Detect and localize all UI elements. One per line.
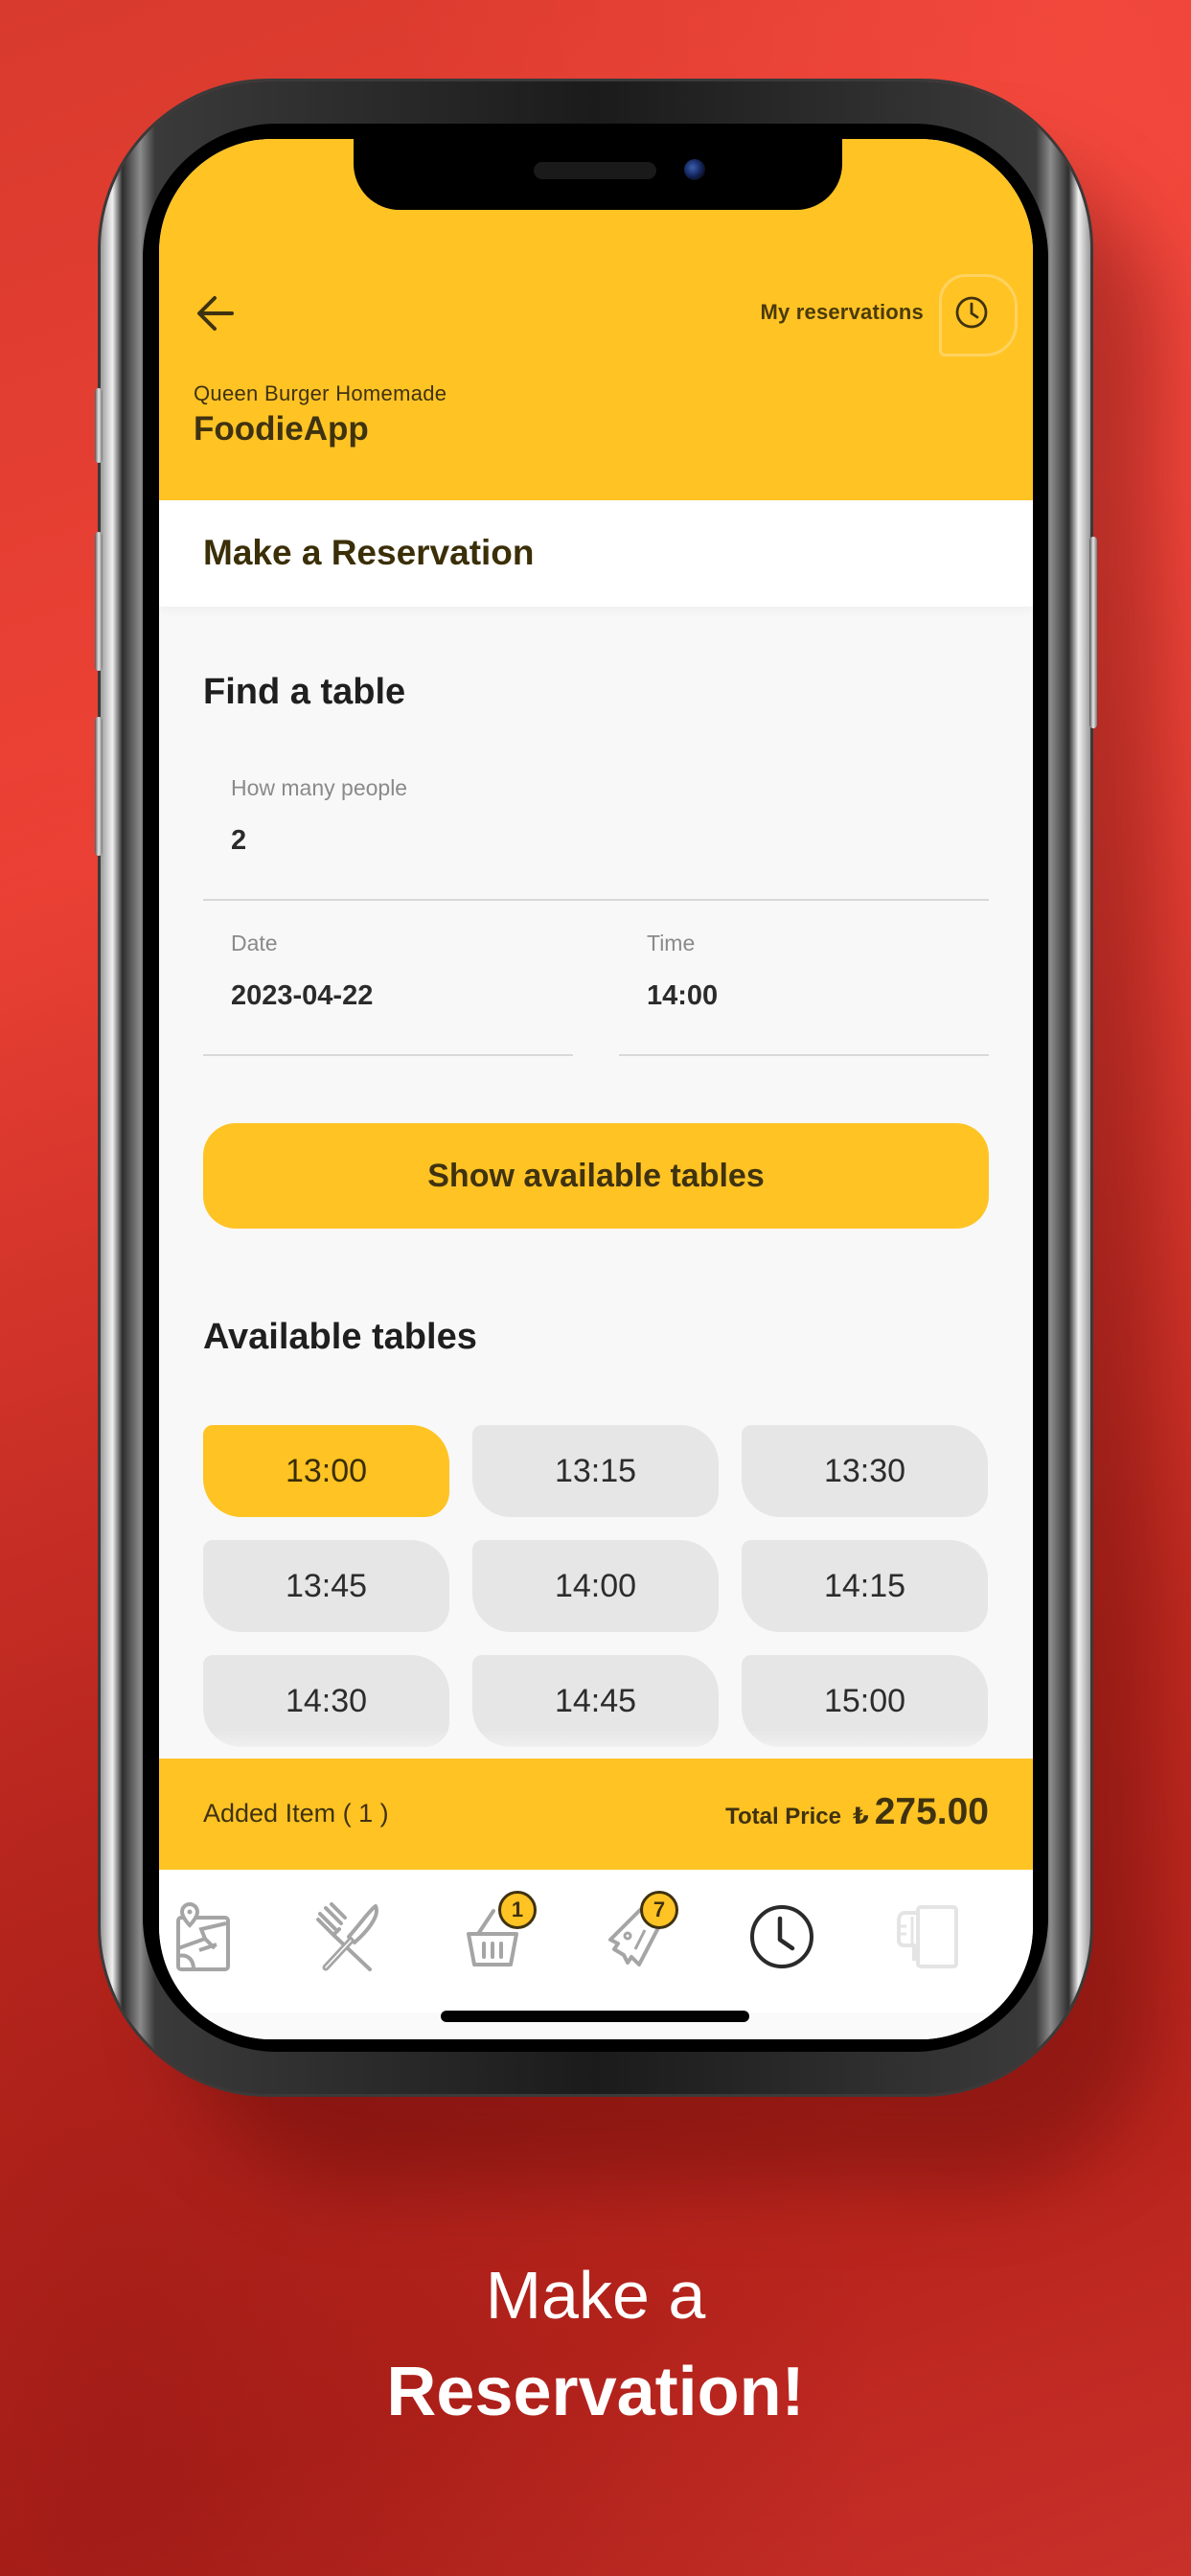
page-title: Make a Reservation <box>203 533 535 572</box>
nav-item-menu[interactable] <box>310 1898 387 1975</box>
find-table-title: Find a table <box>203 672 406 712</box>
nav-item-map[interactable] <box>165 1898 241 1975</box>
promo-caption-line1: Make a <box>485 2258 706 2333</box>
nav-item-logout[interactable] <box>887 1898 964 1975</box>
time-label: Time <box>647 931 696 955</box>
people-input[interactable] <box>231 825 959 857</box>
time-slot-grid: 13:00 13:15 13:30 13:45 14:00 14:15 14:3… <box>203 1425 989 1747</box>
nav-item-basket[interactable]: 1 <box>454 1891 537 1975</box>
total-price-label: Total Price <box>725 1804 841 1829</box>
clock-icon <box>955 296 988 329</box>
back-button[interactable] <box>194 292 240 334</box>
basket-badge: 1 <box>498 1891 537 1929</box>
app-name: FoodieApp <box>194 410 369 448</box>
exit-door-icon <box>897 1905 958 1968</box>
time-slot[interactable]: 14:15 <box>742 1540 988 1632</box>
nav-item-offers[interactable]: 7 <box>598 1891 678 1975</box>
phone-volume-down-button <box>95 717 103 856</box>
time-slot[interactable]: 13:45 <box>203 1540 449 1632</box>
home-indicator[interactable] <box>441 2011 749 2022</box>
date-label: Date <box>231 931 278 955</box>
scroll-fade <box>159 1730 1033 1759</box>
phone-volume-up-button <box>95 532 103 671</box>
date-input[interactable] <box>231 980 518 1012</box>
available-tables-title: Available tables <box>203 1317 477 1357</box>
time-slot[interactable]: 13:30 <box>742 1425 988 1517</box>
my-reservations-label: My reservations <box>760 300 924 324</box>
phone-speaker <box>534 162 656 179</box>
nav-item-reservations[interactable] <box>744 1898 820 1975</box>
fork-knife-icon <box>316 1902 378 1971</box>
arrow-left-icon <box>197 296 234 331</box>
total-price-value: 275.00 <box>874 1791 989 1832</box>
time-slot-selected[interactable]: 13:00 <box>203 1425 449 1517</box>
show-available-tables-button[interactable]: Show available tables <box>203 1123 989 1229</box>
phone-power-button <box>1089 537 1097 728</box>
my-reservations-icon-wrap <box>939 274 1018 356</box>
title-bar: Make a Reservation <box>159 500 1033 607</box>
promo-caption-line2: Reservation! <box>386 2354 805 2430</box>
people-label: How many people <box>231 775 408 800</box>
added-item-count: Added Item ( 1 ) <box>203 1799 389 1828</box>
phone-notch <box>354 139 842 210</box>
date-underline <box>203 1054 573 1056</box>
time-slot[interactable]: 13:15 <box>472 1425 719 1517</box>
currency-symbol: ₺ <box>853 1804 869 1829</box>
time-underline <box>619 1054 989 1056</box>
cart-summary-bar[interactable]: Added Item ( 1 ) Total Price ₺ 275.00 <box>159 1759 1033 1870</box>
offers-badge: 7 <box>640 1891 678 1929</box>
clock-icon <box>750 1905 813 1968</box>
map-pin-icon <box>176 1901 230 1971</box>
phone-camera <box>684 159 705 180</box>
time-input[interactable] <box>647 980 934 1012</box>
total-price: Total Price ₺ 275.00 <box>725 1791 989 1833</box>
my-reservations-button[interactable]: My reservations <box>760 274 1018 356</box>
phone-silent-switch <box>95 388 103 463</box>
people-underline <box>203 899 989 901</box>
time-slot[interactable]: 14:00 <box>472 1540 719 1632</box>
app-screen: My reservations Queen Burger Homemade Fo… <box>159 139 1033 2039</box>
restaurant-name: Queen Burger Homemade <box>194 381 447 405</box>
